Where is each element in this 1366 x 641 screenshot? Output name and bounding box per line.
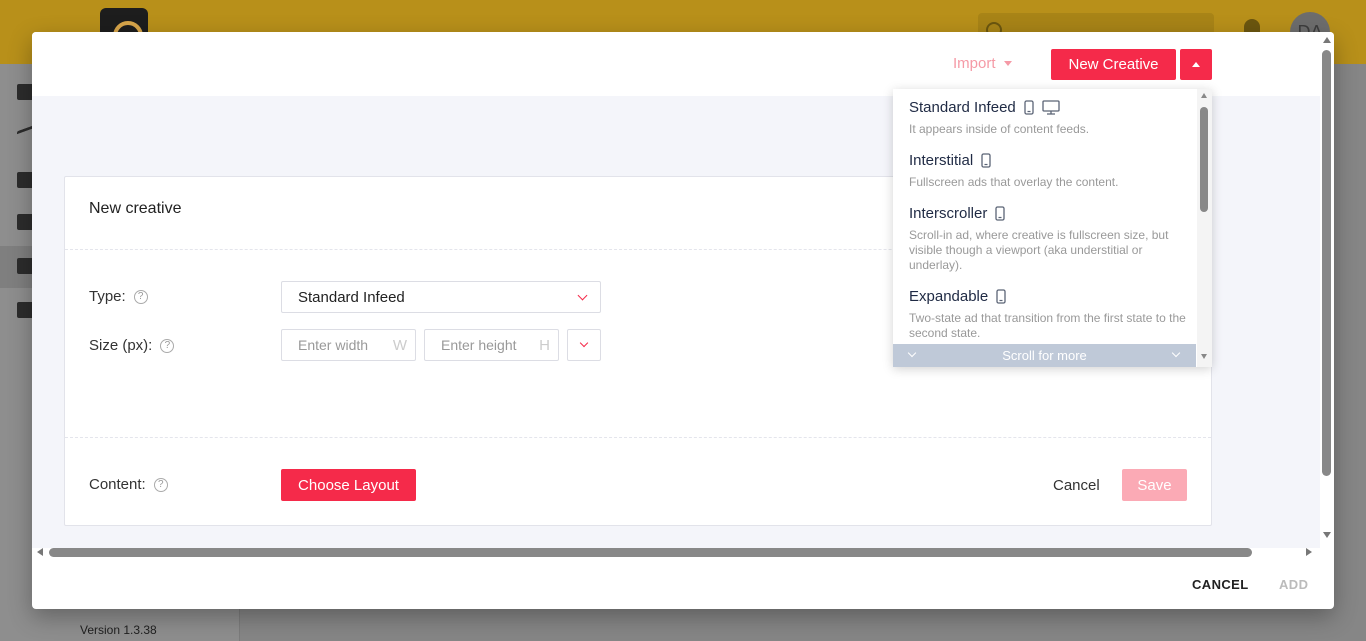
menu-scrollbar[interactable]	[1197, 89, 1212, 367]
type-select[interactable]: Standard Infeed	[281, 281, 601, 313]
choose-layout-button[interactable]: Choose Layout	[281, 469, 416, 501]
type-label: Type: ?	[89, 288, 148, 305]
scroll-for-more-bar[interactable]: Scroll for more	[893, 344, 1196, 367]
mobile-icon	[1024, 100, 1034, 115]
vertical-scrollbar[interactable]	[1320, 32, 1334, 548]
menu-item-expandable[interactable]: Expandable Two-state ad that transition …	[909, 288, 1194, 341]
scroll-up-arrow-icon[interactable]	[1201, 93, 1207, 98]
creative-type-menu: Standard Infeed It appears inside of con…	[893, 89, 1212, 367]
menu-item-interstitial[interactable]: Interstitial Fullscreen ads that overlay…	[909, 152, 1194, 190]
scroll-up-arrow-icon[interactable]	[1323, 37, 1331, 43]
mobile-icon	[981, 153, 991, 168]
content-label-text: Content:	[89, 476, 146, 493]
menu-item-interscroller[interactable]: Interscroller Scroll-in ad, where creati…	[909, 205, 1194, 273]
chevron-down-icon	[907, 348, 917, 358]
scrollbar-thumb[interactable]	[49, 548, 1252, 557]
menu-item-description: Fullscreen ads that overlay the content.	[909, 175, 1119, 189]
scrollbar-thumb[interactable]	[1200, 107, 1208, 212]
new-creative-toggle-button[interactable]	[1180, 49, 1212, 80]
caret-up-icon	[1192, 62, 1200, 67]
help-icon[interactable]: ?	[153, 477, 168, 492]
menu-item-description: Two-state ad that transition from the fi…	[909, 311, 1186, 340]
chevron-down-icon	[579, 338, 589, 348]
import-label: Import	[953, 55, 996, 72]
menu-item-standard-infeed[interactable]: Standard Infeed It appears inside of con…	[909, 99, 1194, 137]
menu-item-description: Scroll-in ad, where creative is fullscre…	[909, 228, 1169, 272]
menu-item-title: Interscroller	[909, 205, 988, 222]
width-field: W	[281, 329, 416, 361]
height-input[interactable]	[425, 330, 558, 360]
scroll-left-arrow-icon[interactable]	[37, 548, 43, 556]
horizontal-scrollbar[interactable]	[32, 548, 1320, 558]
chevron-down-icon	[577, 290, 588, 301]
menu-item-title: Interstitial	[909, 152, 974, 169]
type-label-text: Type:	[89, 288, 126, 305]
scroll-down-arrow-icon[interactable]	[1323, 532, 1331, 538]
dialog-cancel-button[interactable]: CANCEL	[1192, 577, 1249, 592]
height-field: H	[424, 329, 559, 361]
version-label: Version 1.3.38	[80, 623, 157, 637]
dialog-toolbar: Import New Creative	[32, 32, 1320, 96]
save-button[interactable]: Save	[1122, 469, 1187, 501]
width-suffix: W	[392, 337, 407, 354]
size-label: Size (px): ?	[89, 337, 175, 354]
mobile-icon	[996, 289, 1006, 304]
chevron-down-icon	[1171, 348, 1181, 358]
new-creative-button[interactable]: New Creative	[1051, 49, 1176, 80]
desktop-icon	[1042, 100, 1060, 115]
height-suffix: H	[539, 337, 550, 354]
new-creative-dialog: Import New Creative New creative Type: ?…	[32, 32, 1334, 609]
mobile-icon	[995, 206, 1006, 221]
form-title: New creative	[89, 200, 182, 217]
scroll-down-arrow-icon[interactable]	[1201, 354, 1207, 359]
menu-item-title: Expandable	[909, 288, 989, 305]
menu-item-title: Standard Infeed	[909, 99, 1016, 116]
divider	[65, 437, 1211, 438]
size-preset-dropdown[interactable]	[567, 329, 601, 361]
scroll-right-arrow-icon[interactable]	[1306, 548, 1312, 556]
size-label-text: Size (px):	[89, 337, 153, 354]
import-dropdown[interactable]: Import	[953, 55, 1012, 72]
help-icon[interactable]: ?	[160, 338, 175, 353]
scrollbar-thumb[interactable]	[1322, 50, 1331, 476]
cancel-button[interactable]: Cancel	[1053, 469, 1100, 501]
dialog-add-button[interactable]: ADD	[1279, 577, 1308, 592]
creative-type-list: Standard Infeed It appears inside of con…	[893, 89, 1196, 367]
type-select-value: Standard Infeed	[298, 289, 405, 306]
help-icon[interactable]: ?	[133, 289, 148, 304]
menu-item-description: It appears inside of content feeds.	[909, 122, 1090, 136]
content-label: Content: ?	[89, 476, 168, 493]
caret-down-icon	[1003, 61, 1012, 66]
scroll-for-more-label: Scroll for more	[1002, 348, 1087, 363]
